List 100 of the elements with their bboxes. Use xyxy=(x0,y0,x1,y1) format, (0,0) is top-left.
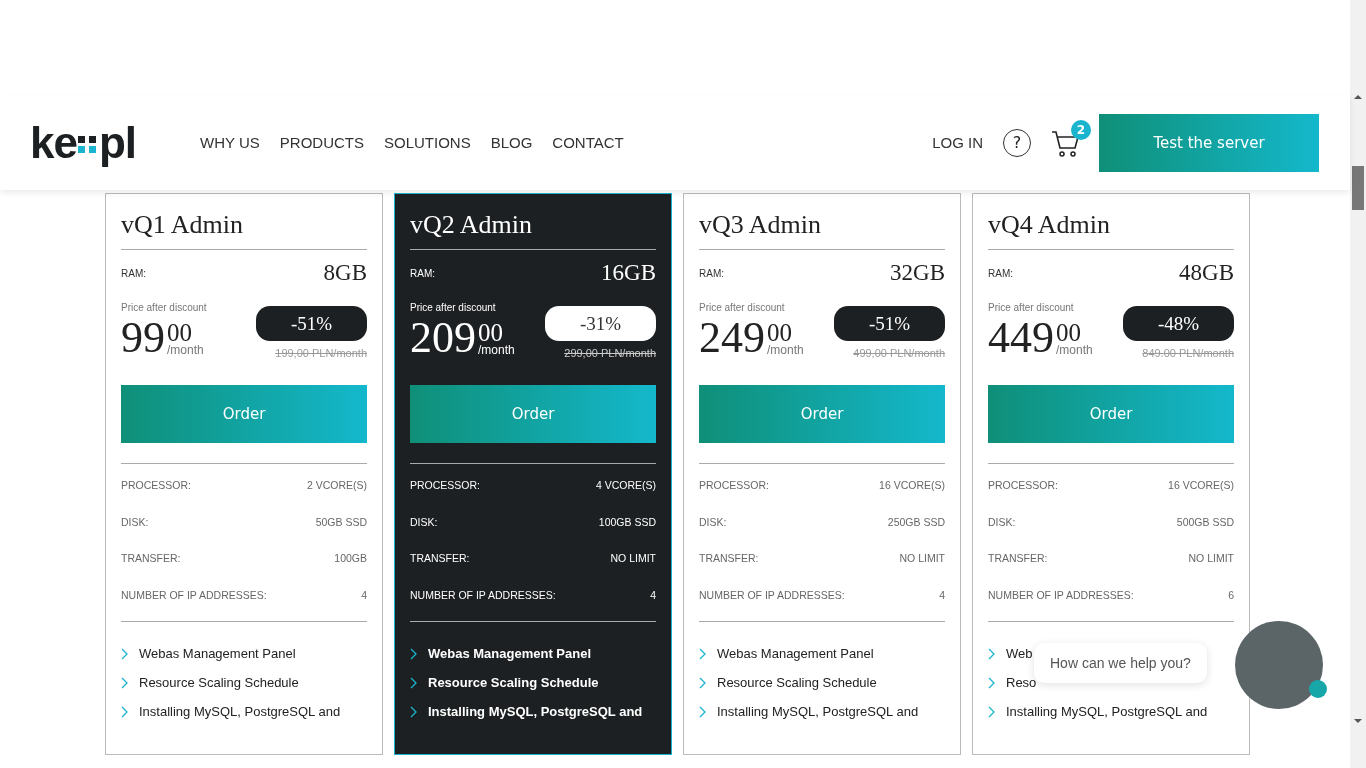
price-cents: 00 xyxy=(767,319,792,346)
ram-label: RAM: xyxy=(410,267,435,279)
spec-label: DISK: xyxy=(410,515,438,528)
plan-title: vQ2 Admin xyxy=(410,209,534,241)
spec-value: 4 xyxy=(939,588,945,601)
price-value: 209 xyxy=(410,313,476,363)
feature-text: Installing MySQL, PostgreSQL and xyxy=(1006,704,1208,719)
discount-badge: -31% xyxy=(545,306,656,341)
feature-text: Webas Management Panel xyxy=(139,646,296,661)
price-label: Price after discount xyxy=(410,302,497,313)
spec-value: 100GB xyxy=(334,552,367,565)
chevron-right-icon xyxy=(121,647,129,660)
old-price: 299,00 PLN/month xyxy=(564,347,656,359)
price-period: /month xyxy=(478,343,515,357)
help-button[interactable]: ? xyxy=(1003,128,1031,157)
feature-text: Reso xyxy=(1006,675,1037,690)
spec-label: TRANSFER: xyxy=(699,552,759,565)
nav-link[interactable]: WHY US xyxy=(200,134,260,151)
chevron-right-icon xyxy=(988,676,996,689)
plan-title: vQ3 Admin xyxy=(699,209,823,241)
spec-value: 16 VCORE(S) xyxy=(1168,479,1234,492)
scroll-up-icon[interactable] xyxy=(1354,94,1362,100)
chevron-right-icon xyxy=(699,647,707,660)
spec-label: TRANSFER: xyxy=(121,552,181,565)
discount-badge: -48% xyxy=(1123,306,1234,341)
cart-count-badge: 2 xyxy=(1071,119,1091,140)
nav-link[interactable]: PRODUCTS xyxy=(279,134,364,151)
spec-value: NO LIMIT xyxy=(1188,552,1234,565)
spec-label: NUMBER OF IP ADDRESSES: xyxy=(121,588,267,601)
spec-label: DISK: xyxy=(988,515,1016,528)
discount-badge: -51% xyxy=(256,306,367,341)
spec-value: 16 VCORE(S) xyxy=(879,479,945,492)
spec-label: NUMBER OF IP ADDRESSES: xyxy=(699,588,845,601)
logo[interactable]: ke pl xyxy=(30,117,137,168)
spec-value: 4 VCORE(S) xyxy=(595,479,656,492)
price-period: /month xyxy=(1056,343,1093,357)
spec-value: 100GB SSD xyxy=(598,515,656,528)
spec-label: PROCESSOR: xyxy=(988,479,1058,492)
scrollbar-thumb[interactable] xyxy=(1352,166,1364,210)
feature-text: Resource Scaling Schedule xyxy=(428,675,599,690)
ram-value: 32GB xyxy=(890,260,945,286)
spec-value: NO LIMIT xyxy=(610,552,656,565)
spec-value: 2 VCORE(S) xyxy=(306,479,367,492)
price-value: 249 xyxy=(699,313,765,363)
old-price: 849.00 PLN/month xyxy=(1142,347,1234,359)
old-price: 199,00 PLN/month xyxy=(275,347,367,359)
spec-label: NUMBER OF IP ADDRESSES: xyxy=(410,588,556,601)
nav-link[interactable]: SOLUTIONS xyxy=(383,134,471,151)
spec-label: DISK: xyxy=(121,515,149,528)
ram-label: RAM: xyxy=(121,267,146,279)
price-cents: 00 xyxy=(1056,319,1081,346)
scroll-down-icon[interactable] xyxy=(1354,718,1362,724)
chevron-right-icon xyxy=(699,676,707,689)
nav-link[interactable]: BLOG xyxy=(490,134,533,151)
price-cents: 00 xyxy=(478,319,503,346)
old-price: 499,00 PLN/month xyxy=(853,347,945,359)
feature-text: Installing MySQL, PostgreSQL and xyxy=(428,704,643,719)
price-label: Price after discount xyxy=(699,302,786,313)
chevron-right-icon xyxy=(121,676,129,689)
price-value: 449 xyxy=(988,313,1054,363)
price-value: 99 xyxy=(121,313,165,363)
spec-value: 250GB SSD xyxy=(887,515,945,528)
plan-title: vQ4 Admin xyxy=(988,209,1112,241)
plan-title: vQ1 Admin xyxy=(121,209,245,241)
feature-text: Web xyxy=(1006,646,1033,661)
chevron-right-icon xyxy=(699,705,707,718)
discount-badge: -51% xyxy=(834,306,945,341)
feature-text: Resource Scaling Schedule xyxy=(717,675,877,690)
ram-value: 16GB xyxy=(601,260,656,286)
feature-text: Installing MySQL, PostgreSQL and xyxy=(717,704,919,719)
spec-value: 500GB SSD xyxy=(1176,515,1234,528)
login-link[interactable]: LOG IN xyxy=(932,134,983,151)
spec-label: NUMBER OF IP ADDRESSES: xyxy=(988,588,1134,601)
price-period: /month xyxy=(167,343,204,357)
ram-value: 48GB xyxy=(1179,260,1234,286)
online-status-dot xyxy=(1309,680,1327,698)
spec-label: PROCESSOR: xyxy=(121,479,191,492)
spec-value: 50GB SSD xyxy=(315,515,367,528)
ram-label: RAM: xyxy=(699,267,724,279)
price-label: Price after discount xyxy=(121,302,207,313)
spec-value: 4 xyxy=(650,588,656,601)
nav-link[interactable]: CONTACT xyxy=(552,134,624,151)
chevron-right-icon xyxy=(410,676,418,689)
price-label: Price after discount xyxy=(988,302,1075,313)
chevron-right-icon xyxy=(988,647,996,660)
ram-label: RAM: xyxy=(988,267,1013,279)
spec-value: 4 xyxy=(361,588,367,601)
spec-value: 6 xyxy=(1228,588,1234,601)
feature-text: Installing MySQL, PostgreSQL and xyxy=(139,704,341,719)
price-cents: 00 xyxy=(167,319,192,346)
spec-label: TRANSFER: xyxy=(988,552,1048,565)
chevron-right-icon xyxy=(988,705,996,718)
price-period: /month xyxy=(767,343,804,357)
chevron-right-icon xyxy=(410,705,418,718)
spec-label: PROCESSOR: xyxy=(699,479,769,492)
spec-label: DISK: xyxy=(699,515,727,528)
chevron-right-icon xyxy=(121,705,129,718)
spec-label: PROCESSOR: xyxy=(410,479,480,492)
scrollbar[interactable] xyxy=(1350,0,1366,768)
spec-value: NO LIMIT xyxy=(899,552,945,565)
